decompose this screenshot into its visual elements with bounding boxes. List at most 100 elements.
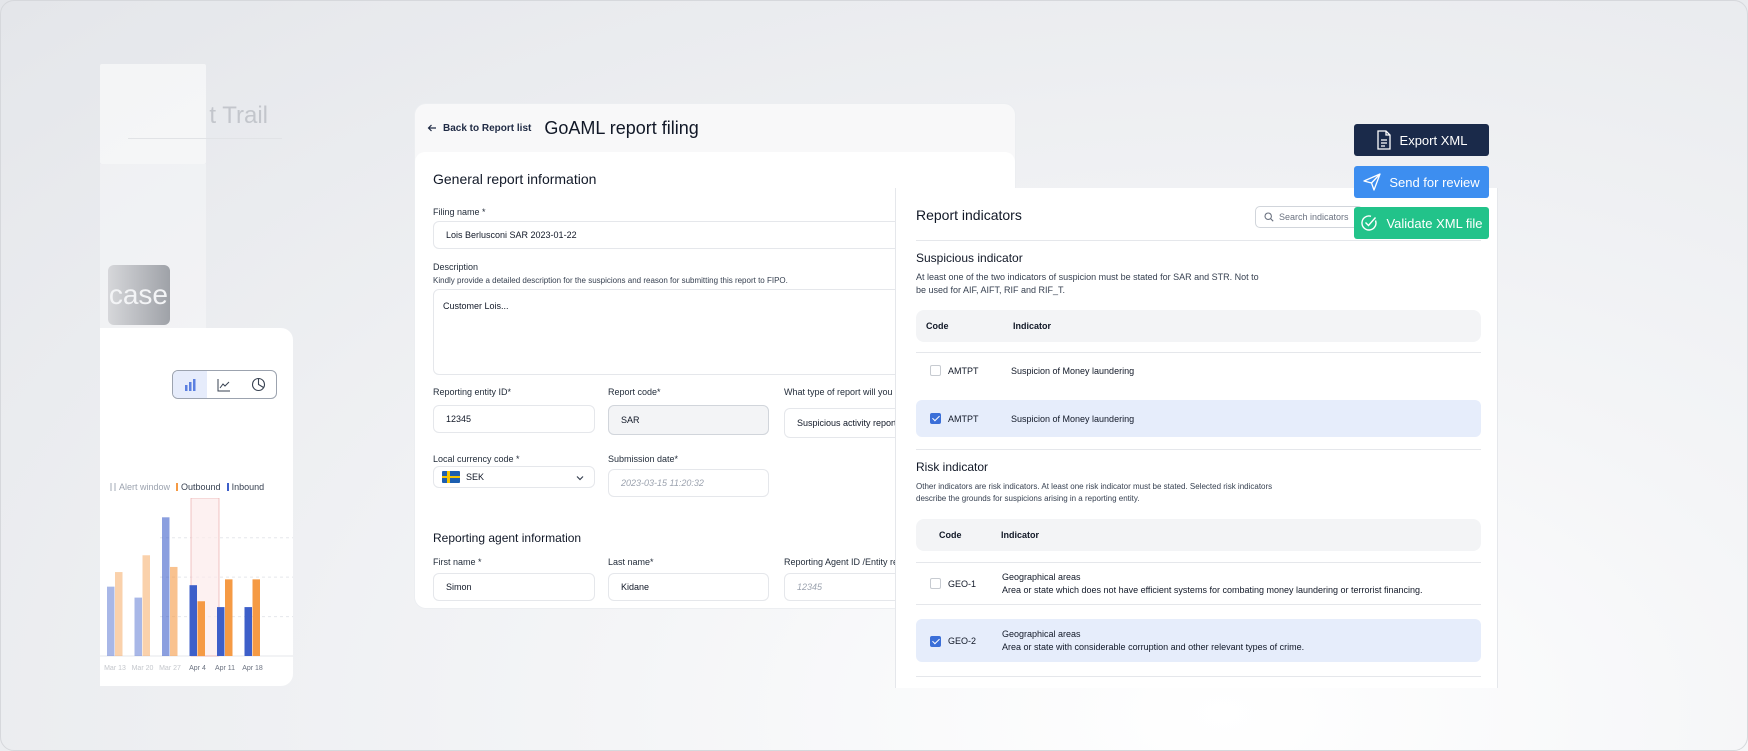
report-indicators-panel: Report indicators Search indicators Susp… — [895, 188, 1498, 688]
reporting-entity-label: Reporting entity ID* — [433, 387, 512, 397]
table-row[interactable]: GEO-1 Geographical areas Area or state w… — [916, 562, 1481, 604]
divider — [916, 240, 1481, 241]
row-indicator: Geographical areas — [1002, 572, 1081, 582]
x-tick-label: Apr 11 — [215, 665, 235, 672]
bar-outbound — [252, 579, 260, 656]
col-code: Code — [939, 530, 962, 540]
search-icon — [1264, 212, 1274, 222]
page-title: GoAML report filing — [544, 117, 699, 138]
description-textarea[interactable]: Customer Lois... — [433, 289, 913, 375]
export-label: Export XML — [1399, 132, 1468, 148]
chart-type-toggle — [172, 370, 277, 399]
row-checkbox[interactable] — [930, 413, 941, 424]
bar-outbound — [197, 601, 205, 656]
table-row-selected[interactable]: GEO-2 Geographical areas Area or state w… — [916, 619, 1481, 662]
row-indicator: Suspicion of Money laundering — [1011, 414, 1135, 424]
x-tick-label: Mar 20 — [132, 665, 154, 672]
col-indicator: Indicator — [1013, 321, 1052, 331]
currency-value: SEK — [466, 472, 485, 482]
bar-chart: Mar 13 Mar 20 Mar 27 Apr 4 Apr 11 Apr 18 — [100, 498, 293, 672]
currency-select[interactable]: SEK — [433, 466, 595, 488]
divider — [128, 138, 282, 139]
x-tick-label: Apr 4 — [189, 665, 206, 672]
suspicious-indicator-title: Suspicious indicator — [916, 251, 1023, 265]
transactions-chart-card: Alert window Outbound Inbound Mar 13 Mar … — [100, 328, 293, 686]
reporting-entity-input[interactable]: 12345 — [433, 405, 595, 433]
risk-desc-line1: Other indicators are risk indicators. At… — [916, 482, 1273, 491]
row-indicator: Suspicion of Money laundering — [1011, 366, 1135, 376]
row-checkbox[interactable] — [930, 365, 941, 376]
risk-table-header: Code Indicator — [916, 519, 1481, 551]
risk-desc-line2: describe the grounds for suspicions aris… — [916, 494, 1140, 503]
filing-name-label: Filing name * — [433, 207, 486, 217]
divider — [916, 449, 1481, 450]
indicators-title: Report indicators — [916, 207, 1022, 223]
bar-inbound — [244, 607, 252, 656]
sweden-flag-icon — [442, 471, 460, 483]
row-checkbox[interactable] — [930, 636, 941, 647]
arrow-left-icon — [427, 124, 436, 132]
x-tick-label: Mar 13 — [104, 665, 126, 672]
background-button-label: case — [108, 279, 168, 310]
agent-id-label: Reporting Agent ID /Entity re — [784, 557, 899, 567]
row-code: AMTPT — [948, 366, 979, 376]
bar-outbound — [225, 579, 233, 656]
suspicious-desc-line1: At least one of the two indicators of su… — [916, 272, 1259, 282]
divider — [916, 676, 1481, 677]
x-tick-label: Apr 18 — [242, 665, 263, 672]
chart-legend: Alert window Outbound Inbound — [110, 482, 264, 492]
validate-label: Validate XML file — [1386, 215, 1483, 231]
search-placeholder: Search indicators — [1279, 212, 1349, 222]
send-for-review-button[interactable]: Send for review — [1354, 166, 1489, 198]
check-circle-icon — [1361, 215, 1378, 231]
document-icon — [1376, 130, 1391, 150]
review-label: Send for review — [1389, 174, 1480, 190]
bar-inbound — [217, 607, 225, 656]
submission-date-input[interactable]: 2023-03-15 11:20:32 — [608, 469, 769, 497]
bar-chart-icon[interactable] — [173, 371, 208, 398]
agent-section-title: Reporting agent information — [433, 531, 582, 545]
validate-xml-button[interactable]: Validate XML file — [1354, 207, 1489, 239]
row-code: AMTPT — [948, 414, 979, 424]
row-checkbox[interactable] — [930, 578, 941, 589]
legend-label: Outbound — [181, 482, 221, 492]
row-indicator: Geographical areas — [1002, 629, 1081, 639]
bar-outbound — [170, 566, 178, 656]
bar-outbound — [142, 555, 150, 656]
row-detail: Area or state which does not have effici… — [1002, 585, 1423, 595]
row-code: GEO-1 — [948, 579, 977, 589]
bar-outbound — [115, 572, 123, 656]
table-row[interactable]: AMTPT Suspicion of Money laundering — [916, 352, 1481, 389]
x-tick-label: Mar 27 — [159, 665, 181, 672]
description-hint: Kindly provide a detailed description fo… — [433, 276, 788, 285]
legend-label: Alert window — [119, 482, 171, 492]
col-indicator: Indicator — [1001, 530, 1040, 540]
report-code-input[interactable]: SAR — [608, 405, 769, 435]
background-case-button: case — [108, 265, 170, 325]
first-name-input[interactable]: Simon — [433, 573, 595, 601]
description-label: Description — [433, 262, 479, 272]
form-header: Back to Report list GoAML report filing — [415, 104, 1015, 152]
pie-chart-icon[interactable] — [242, 371, 276, 398]
legend-inbound: Inbound — [226, 482, 264, 492]
export-xml-button[interactable]: Export XML — [1354, 124, 1489, 156]
suspicious-desc-line2: be used for AIF, AIFT, RIF and RIF_T. — [916, 285, 1066, 295]
back-to-report-list-link[interactable]: Back to Report list — [427, 123, 531, 134]
send-icon — [1363, 173, 1381, 191]
chevron-down-icon — [576, 476, 584, 481]
background-audit-card: t Trail — [100, 64, 282, 164]
bar-inbound — [162, 517, 170, 656]
search-indicators-input[interactable]: Search indicators — [1255, 206, 1363, 228]
table-row-selected[interactable]: AMTPT Suspicion of Money laundering — [916, 400, 1481, 437]
line-chart-icon[interactable] — [207, 371, 241, 398]
filing-name-input[interactable]: Lois Berlusconi SAR 2023-01-22 — [433, 221, 913, 249]
general-section-title: General report information — [433, 171, 597, 187]
bar-inbound — [134, 597, 142, 656]
last-name-input[interactable]: Kidane — [608, 573, 769, 601]
legend-outbound: Outbound — [176, 482, 221, 492]
row-code: GEO-2 — [948, 636, 977, 646]
back-label: Back to Report list — [443, 122, 532, 134]
report-code-label: Report code* — [608, 387, 661, 397]
currency-label: Local currency code * — [433, 454, 520, 464]
legend-alert-window: Alert window — [110, 482, 170, 492]
